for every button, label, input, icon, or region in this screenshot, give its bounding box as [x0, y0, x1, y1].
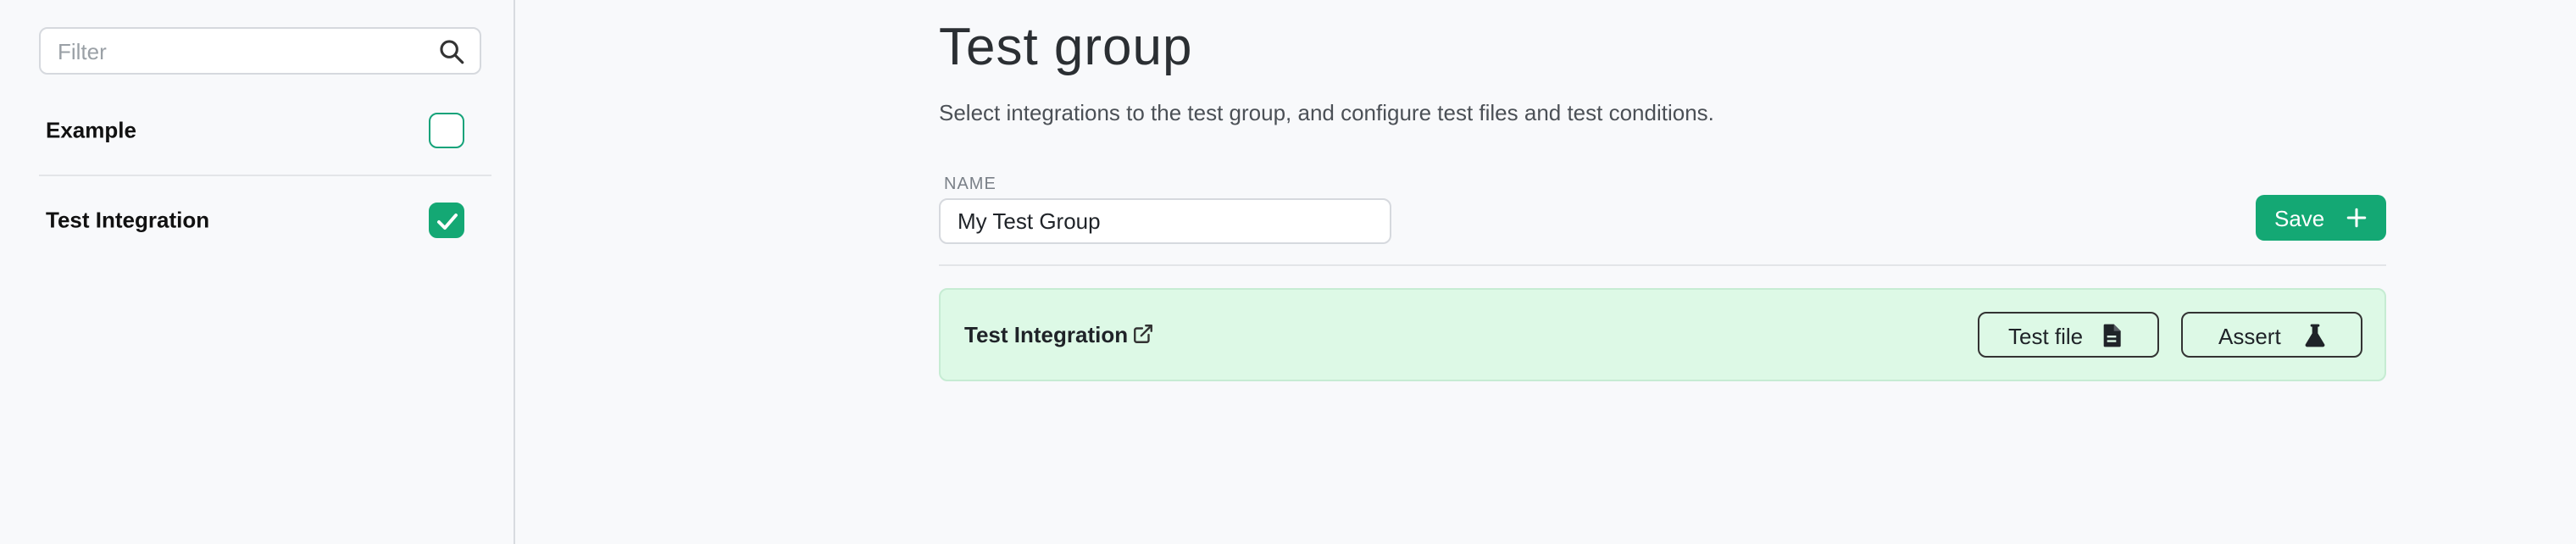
sidebar-divider	[39, 175, 491, 176]
assert-label: Assert	[2218, 324, 2281, 349]
app: Example Test Integration Test group Sele…	[0, 0, 2576, 544]
check-icon	[437, 214, 458, 230]
flask-icon	[2305, 324, 2325, 347]
external-link-icon[interactable]	[1132, 323, 1154, 345]
plus-icon	[2346, 208, 2367, 228]
test-file-button[interactable]: Test file	[1978, 312, 2159, 358]
name-label: NAME	[944, 175, 997, 193]
main-content: Test group Select integrations to the te…	[939, 0, 2386, 544]
sidebar-item-label: Example	[46, 117, 136, 143]
sidebar-item-test-integration[interactable]: Test Integration	[44, 178, 493, 263]
sidebar-item-example[interactable]: Example	[44, 88, 493, 173]
page-subtitle: Select integrations to the test group, a…	[939, 100, 1714, 125]
test-file-label: Test file	[2008, 324, 2084, 349]
integration-name: Test Integration	[964, 322, 1129, 347]
filter-box[interactable]	[39, 27, 481, 75]
search-icon[interactable]	[437, 37, 466, 66]
section-divider	[939, 264, 2386, 266]
save-label: Save	[2274, 206, 2325, 231]
file-icon	[2103, 324, 2121, 347]
test-integration-checkbox[interactable]	[429, 203, 464, 238]
page-title: Test group	[939, 18, 1193, 76]
integration-row: Test Integration Test file Assert	[939, 288, 2386, 381]
sidebar: Example Test Integration	[0, 0, 515, 544]
filter-input[interactable]	[56, 36, 429, 68]
example-checkbox[interactable]	[429, 113, 464, 148]
sidebar-item-label: Test Integration	[46, 207, 210, 233]
name-input[interactable]	[939, 198, 1391, 244]
save-button[interactable]: Save	[2256, 195, 2386, 241]
assert-button[interactable]: Assert	[2181, 312, 2362, 358]
